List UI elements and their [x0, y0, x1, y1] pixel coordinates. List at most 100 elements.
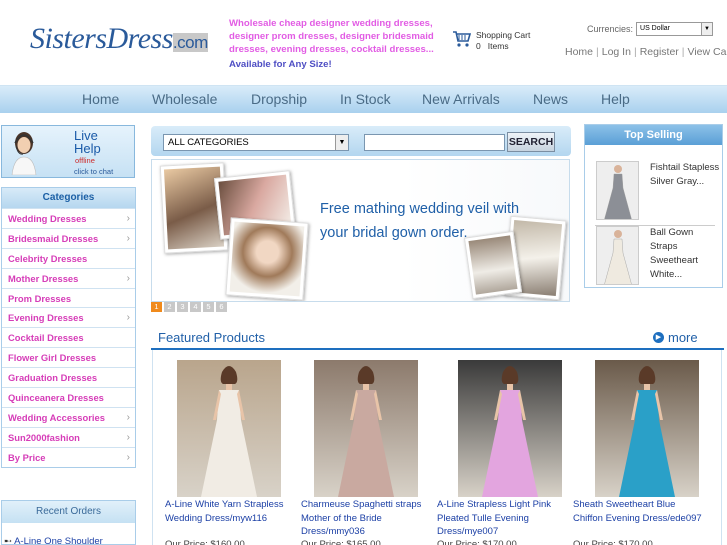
nav-in-stock[interactable]: In Stock — [340, 91, 391, 107]
link-login[interactable]: Log In — [602, 46, 631, 58]
featured-title: Featured Products — [158, 330, 265, 345]
currency-value: US Dollar — [640, 25, 670, 32]
category-item[interactable]: Celebrity Dresses — [2, 247, 135, 268]
category-item[interactable]: Prom Dresses — [2, 287, 135, 308]
recent-orders-title: Recent Orders — [2, 501, 135, 523]
category-item[interactable]: Cocktail Dresses — [2, 327, 135, 347]
currency-label: Currencies: — [587, 24, 634, 34]
category-item[interactable]: Wedding Dresses › — [2, 208, 135, 228]
site-logo[interactable]: SistersDress.com — [30, 22, 208, 56]
search-bar: ALL CATEGORIES ▼ SEARCH — [151, 126, 571, 156]
logo-suffix: .com — [172, 33, 208, 52]
top-selling-image[interactable] — [596, 226, 639, 285]
chevron-right-icon: › — [126, 451, 130, 463]
slide-dots: 123456 — [151, 302, 227, 312]
categories-panel: Categories Wedding Dresses › Bridesmaid Dr… — [1, 187, 136, 468]
link-register[interactable]: Register — [640, 46, 679, 58]
currency-selector: Currencies: US Dollar ▼ — [587, 22, 714, 36]
top-selling-image[interactable] — [596, 161, 639, 220]
chevron-right-icon: › — [126, 213, 130, 224]
search-input[interactable] — [364, 134, 505, 151]
dress-figure — [604, 230, 632, 284]
product-price: Our Price: $160.00 — [165, 539, 245, 545]
dress-figure — [482, 366, 538, 497]
category-select[interactable]: ALL CATEGORIES ▼ — [163, 134, 349, 151]
more-label: more — [668, 330, 698, 345]
arrow-icon: ➸ — [4, 536, 15, 545]
recent-order-item[interactable]: ➸ A-Line One Shoulder — [4, 536, 103, 545]
logo-main: SistersDress — [30, 22, 173, 55]
category-label: Celebrity Dresses — [8, 252, 88, 264]
link-home[interactable]: Home — [565, 46, 593, 58]
category-select-value: ALL CATEGORIES — [168, 137, 249, 148]
category-label: Wedding Dresses — [8, 213, 87, 224]
chevron-down-icon: ▼ — [701, 23, 713, 35]
nav-dropship[interactable]: Dropship — [251, 91, 307, 107]
main-nav: Home Wholesale Dropship In Stock New Arr… — [0, 85, 727, 113]
slide-dot[interactable]: 4 — [190, 302, 201, 312]
slide-dot[interactable]: 1 — [151, 302, 162, 312]
category-item[interactable]: Quinceanera Dresses — [2, 387, 135, 407]
slide-dot[interactable]: 6 — [216, 302, 227, 312]
nav-home[interactable]: Home — [82, 91, 119, 107]
product-price: Our Price: $170.00 — [437, 539, 517, 545]
top-selling-name[interactable]: Ball Gown Straps Sweetheart White... — [650, 226, 720, 282]
banner-text: Free mathing wedding veil with your brid… — [320, 201, 520, 241]
product-image[interactable] — [458, 360, 562, 497]
nav-help[interactable]: Help — [601, 91, 630, 107]
product-name[interactable]: A-Line Strapless Light Pink Pleated Tull… — [437, 498, 569, 539]
link-view-cart[interactable]: View Cart — [688, 46, 727, 58]
bride-photo — [225, 217, 309, 301]
cart-label: Shopping Cart — [476, 30, 531, 40]
category-item[interactable]: Mother Dresses › — [2, 267, 135, 288]
category-item[interactable]: Wedding Accessories › — [2, 406, 135, 427]
category-label: Flower Girl Dresses — [8, 352, 97, 364]
top-selling-name[interactable]: Fishtail Stapless Silver Gray... — [650, 161, 720, 189]
slide-dot[interactable]: 2 — [164, 302, 175, 312]
dress-figure — [619, 366, 675, 497]
product-name[interactable]: Sheath Sweetheart Blue Chiffon Evening D… — [573, 498, 705, 525]
top-selling-title: Top Selling — [585, 125, 722, 145]
promo-banner[interactable]: Free mathing wedding veil with your brid… — [151, 159, 570, 302]
recent-order-label: A-Line One Shoulder — [14, 536, 103, 545]
category-item[interactable]: Evening Dresses › — [2, 307, 135, 327]
tagline-sub: Available for Any Size! — [229, 59, 332, 70]
chevron-right-icon: › — [126, 431, 130, 443]
nav-wholesale[interactable]: Wholesale — [152, 91, 217, 107]
product-price: Our Price: $170.00 — [573, 539, 653, 545]
nav-new-arrivals[interactable]: New Arrivals — [422, 91, 500, 107]
recent-orders-panel: Recent Orders ➸ A-Line One Shoulder — [1, 500, 136, 545]
chevron-right-icon: › — [126, 232, 130, 244]
category-label: Bridesmaid Dresses — [8, 232, 99, 244]
shopping-cart[interactable]: Shopping Cart 0 Items — [452, 30, 530, 52]
cart-items: 0 Items — [476, 41, 509, 51]
support-agent-icon — [11, 132, 37, 175]
category-label: Graduation Dresses — [8, 372, 98, 384]
category-item[interactable]: Sun2000fashion › — [2, 426, 135, 447]
category-item[interactable]: By Price › — [2, 446, 135, 467]
categories-title: Categories — [2, 188, 135, 208]
category-item[interactable]: Graduation Dresses — [2, 367, 135, 387]
top-links: Home|Log In|Register|View Cart — [565, 46, 727, 58]
chevron-right-icon: › — [126, 411, 130, 423]
category-item[interactable]: Bridesmaid Dresses › — [2, 227, 135, 248]
product-name[interactable]: Charmeuse Spaghetti straps Mother of the… — [301, 498, 433, 539]
more-link[interactable]: ▶ more — [653, 330, 698, 345]
slide-dot[interactable]: 3 — [177, 302, 188, 312]
product-image[interactable] — [314, 360, 418, 497]
product-price: Our Price: $165.00 — [301, 539, 381, 545]
category-item[interactable]: Flower Girl Dresses — [2, 347, 135, 367]
chevron-down-icon: ▼ — [335, 135, 348, 150]
play-icon: ▶ — [653, 332, 664, 343]
cart-icon — [453, 31, 472, 47]
live-help-button[interactable]: Live Help offline click to chat — [1, 125, 135, 178]
product-image[interactable] — [595, 360, 699, 497]
currency-select[interactable]: US Dollar ▼ — [636, 22, 714, 36]
category-label: Quinceanera Dresses — [8, 392, 104, 404]
slide-dot[interactable]: 5 — [203, 302, 214, 312]
product-name[interactable]: A-Line White Yarn Strapless Wedding Dres… — [165, 498, 297, 525]
dress-figure — [338, 366, 394, 497]
nav-news[interactable]: News — [533, 91, 568, 107]
search-button[interactable]: SEARCH — [507, 132, 555, 152]
product-image[interactable] — [177, 360, 281, 497]
